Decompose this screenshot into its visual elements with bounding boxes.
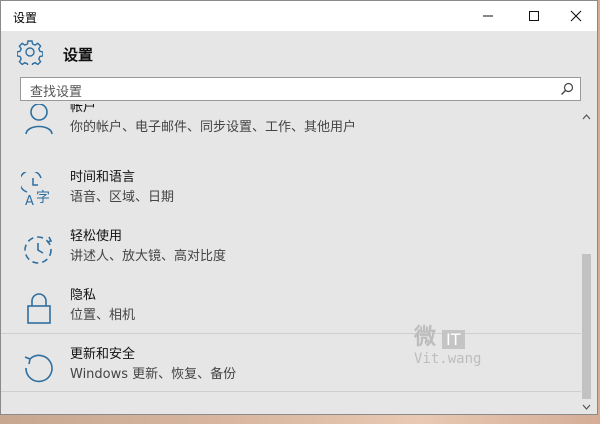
lock-icon	[27, 293, 51, 324]
item-name: 更新和安全	[70, 347, 136, 362]
item-desc: 你的帐户、电子邮件、同步设置、工作、其他用户	[70, 120, 357, 135]
search-icon[interactable]	[560, 82, 574, 96]
list-item-time-language[interactable]: A 字 时间和语言 语音、区域、日期	[1, 166, 581, 224]
minimize-icon	[483, 15, 493, 17]
person-icon	[25, 104, 53, 135]
watermark: 微 IT Vit.wang	[414, 319, 481, 367]
update-icon	[24, 354, 53, 383]
time-language-icon: A 字	[21, 172, 50, 208]
item-desc: 讲述人、放大镜、高对比度	[70, 249, 227, 264]
scroll-up-icon[interactable]	[581, 112, 592, 122]
item-name: 帐户	[70, 104, 97, 115]
svg-text:A: A	[25, 194, 34, 208]
item-name: 轻松使用	[70, 229, 123, 244]
maximize-icon	[529, 11, 539, 21]
page-title: 设置	[63, 46, 94, 64]
close-button[interactable]	[553, 1, 599, 31]
scroll-down-icon[interactable]	[581, 402, 592, 412]
watermark-bottom: Vit.wang	[414, 351, 482, 367]
item-desc: 语音、区域、日期	[70, 190, 175, 205]
list-item-accounts[interactable]: 帐户 你的帐户、电子邮件、同步设置、工作、其他用户	[1, 104, 581, 154]
list-item-ease-of-access[interactable]: 轻松使用 讲述人、放大镜、高对比度	[1, 225, 581, 283]
item-name: 隐私	[70, 288, 97, 303]
divider	[1, 333, 581, 334]
divider	[1, 391, 581, 392]
settings-window: 设置 设置 查找设置 帐户 你的帐户、电子邮件、同步设置、工作、其他用户 A 字…	[0, 0, 598, 415]
title-bar[interactable]: 设置	[1, 1, 597, 31]
item-desc: Windows 更新、恢复、备份	[70, 367, 237, 382]
settings-list: 帐户 你的帐户、电子邮件、同步设置、工作、其他用户 A 字 时间和语言 语音、区…	[1, 104, 591, 416]
window-title: 设置	[13, 11, 38, 25]
scrollbar[interactable]	[581, 104, 592, 414]
item-name: 时间和语言	[70, 170, 136, 185]
maximize-button[interactable]	[511, 1, 557, 31]
watermark-it: IT	[442, 330, 465, 349]
close-icon	[570, 10, 582, 22]
search-box[interactable]: 查找设置	[20, 77, 581, 101]
svg-text:字: 字	[36, 190, 50, 206]
list-item-update-security[interactable]: 更新和安全 Windows 更新、恢复、备份	[1, 343, 581, 401]
gear-icon	[17, 40, 43, 65]
ease-of-access-icon	[24, 236, 53, 264]
search-input[interactable]: 查找设置	[30, 81, 82, 100]
watermark-top: 微	[414, 324, 439, 350]
item-desc: 位置、相机	[70, 308, 136, 323]
minimize-button[interactable]	[465, 1, 511, 31]
scrollbar-thumb[interactable]	[582, 254, 591, 399]
page-header: 设置	[1, 31, 597, 75]
